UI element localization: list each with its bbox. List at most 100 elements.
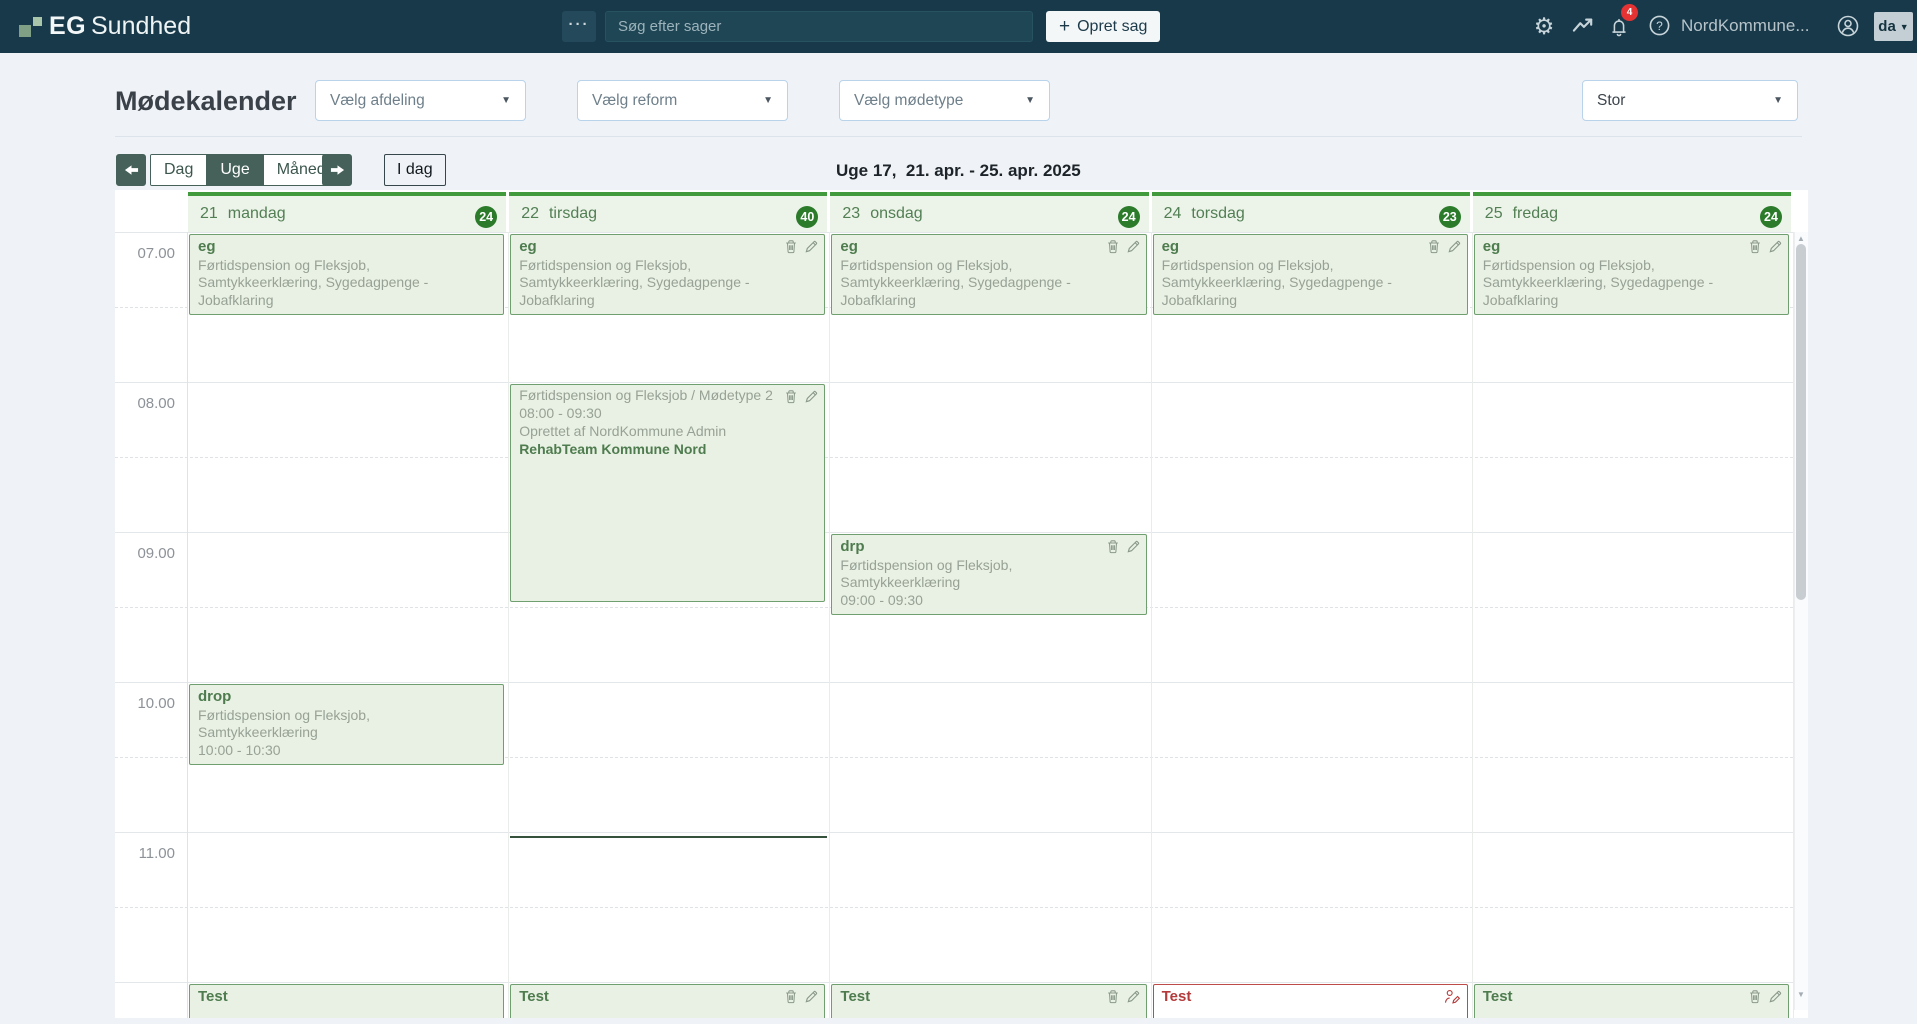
calendar-event[interactable]: Test xyxy=(831,984,1146,1018)
time-label: 07.00 xyxy=(115,245,175,262)
event-title: eg xyxy=(519,237,790,257)
trash-icon[interactable] xyxy=(1748,239,1762,259)
settings-gear-icon[interactable]: ⚙ xyxy=(1532,14,1556,38)
department-dropdown[interactable]: Vælg afdeling ▼ xyxy=(315,80,526,121)
calendar-event[interactable]: drpFørtidspension og Fleksjob, Samtykkee… xyxy=(831,534,1146,615)
calendar-event[interactable]: Test xyxy=(510,984,825,1018)
department-dropdown-value: Vælg afdeling xyxy=(330,92,425,110)
view-day-button[interactable]: Dag xyxy=(151,155,207,185)
search-input[interactable] xyxy=(605,11,1033,42)
trash-icon[interactable] xyxy=(784,989,798,1009)
pencil-icon[interactable] xyxy=(1768,989,1783,1009)
reform-dropdown-value: Vælg reform xyxy=(592,92,677,110)
reform-dropdown[interactable]: Vælg reform ▼ xyxy=(577,80,788,121)
event-title: drop xyxy=(198,687,469,707)
today-button[interactable]: I dag xyxy=(384,154,446,186)
trash-icon[interactable] xyxy=(1106,539,1120,559)
event-description: Førtidspension og Fleksjob, Samtykkeerkl… xyxy=(1483,257,1754,311)
day-name: mandag xyxy=(228,205,286,223)
calendar-event[interactable]: Test xyxy=(1474,984,1789,1018)
day-header-mandag: 21mandag24 xyxy=(188,192,506,232)
event-description: Førtidspension og Fleksjob, Samtykkeerkl… xyxy=(519,257,790,311)
chevron-down-icon: ▼ xyxy=(1025,95,1035,106)
week-calendar: 21mandag2422tirsdag4023onsdag2424torsdag… xyxy=(115,190,1808,1018)
calendar-scrollbar-thumb[interactable] xyxy=(1796,244,1806,600)
day-number: 23 xyxy=(842,205,860,223)
top-navbar: EG Sundhed ··· + Opret sag ⚙ 4 ? NordKom… xyxy=(0,0,1917,53)
event-title: eg xyxy=(1162,237,1433,257)
day-number: 22 xyxy=(521,205,539,223)
time-label: 11.00 xyxy=(115,845,175,862)
trash-icon[interactable] xyxy=(784,389,798,409)
scrollbar-down-arrow[interactable]: ▼ xyxy=(1796,990,1806,999)
pencil-icon[interactable] xyxy=(1126,989,1141,1009)
day-column-border xyxy=(829,232,830,1018)
pencil-icon[interactable] xyxy=(804,989,819,1009)
calendar-event[interactable]: dropFørtidspension og Fleksjob, Samtykke… xyxy=(189,684,504,765)
more-options-button[interactable]: ··· xyxy=(562,11,596,42)
meeting-type-dropdown[interactable]: Vælg mødetype ▼ xyxy=(839,80,1050,121)
pencil-icon[interactable] xyxy=(1126,239,1141,259)
pencil-icon[interactable] xyxy=(1447,239,1462,259)
event-actions xyxy=(1443,989,1462,1009)
section-divider xyxy=(115,136,1802,137)
event-title: Test xyxy=(840,987,1111,1007)
trash-icon[interactable] xyxy=(1106,989,1120,1009)
event-title: Test xyxy=(1162,987,1433,1007)
next-week-button[interactable] xyxy=(322,154,352,186)
trash-icon[interactable] xyxy=(1106,239,1120,259)
day-name: onsdag xyxy=(870,205,923,223)
language-value: da xyxy=(1878,18,1896,35)
day-name: torsdag xyxy=(1191,205,1244,223)
page-title: Mødekalender xyxy=(115,86,297,117)
pencil-icon[interactable] xyxy=(804,239,819,259)
event-title: Test xyxy=(198,987,469,1007)
calendar-event[interactable]: egFørtidspension og Fleksjob, Samtykkeer… xyxy=(189,234,504,315)
size-dropdown[interactable]: Stor ▼ xyxy=(1582,80,1798,121)
activity-trend-icon[interactable] xyxy=(1572,16,1596,40)
event-detail-line: Førtidspension og Fleksjob / Mødetype 2 xyxy=(519,387,790,405)
create-case-label: Opret sag xyxy=(1077,18,1147,36)
day-name: tirsdag xyxy=(549,205,597,223)
day-number: 24 xyxy=(1164,205,1182,223)
calendar-event[interactable]: Test xyxy=(1153,984,1468,1018)
day-header-onsdag: 23 onsdag 24 xyxy=(830,192,1148,232)
trash-icon[interactable] xyxy=(784,239,798,259)
calendar-event[interactable]: egFørtidspension og Fleksjob, Samtykkeer… xyxy=(1474,234,1789,315)
day-column-border xyxy=(508,232,509,1018)
language-selector[interactable]: da ▼ xyxy=(1874,12,1913,41)
event-actions xyxy=(784,989,819,1009)
event-title: Test xyxy=(519,987,790,1007)
scrollbar-up-arrow[interactable]: ▲ xyxy=(1796,234,1806,243)
chevron-down-icon: ▼ xyxy=(763,95,773,106)
day-count-badge: 24 xyxy=(1118,206,1140,228)
pencil-icon[interactable] xyxy=(1768,239,1783,259)
half-hour-gridline xyxy=(115,907,1793,908)
calendar-event[interactable]: egFørtidspension og Fleksjob, Samtykkeer… xyxy=(831,234,1146,315)
view-week-button[interactable]: Uge xyxy=(207,155,263,185)
meeting-type-dropdown-value: Vælg mødetype xyxy=(854,92,963,110)
brand-name: Sundhed xyxy=(91,12,191,41)
pencil-icon[interactable] xyxy=(804,389,819,409)
calendar-event[interactable]: egFørtidspension og Fleksjob, Samtykkeer… xyxy=(510,234,825,315)
event-actions xyxy=(1106,539,1141,559)
day-number: 21 xyxy=(200,205,218,223)
event-actions xyxy=(1427,239,1462,259)
event-title: eg xyxy=(840,237,1111,257)
event-title: drp xyxy=(840,537,1111,557)
pencil-icon[interactable] xyxy=(1126,539,1141,559)
calendar-event[interactable]: egFørtidspension og Fleksjob, Samtykkeer… xyxy=(1153,234,1468,315)
help-icon[interactable]: ? xyxy=(1648,14,1672,38)
previous-week-button[interactable] xyxy=(116,154,146,186)
hour-gridline xyxy=(115,382,1793,383)
user-account-icon[interactable] xyxy=(1836,14,1860,38)
person-edit-icon[interactable] xyxy=(1443,989,1462,1009)
trash-icon[interactable] xyxy=(1427,239,1441,259)
day-number: 25 xyxy=(1485,205,1503,223)
calendar-event[interactable]: Førtidspension og Fleksjob / Mødetype 20… xyxy=(510,384,825,602)
calendar-event[interactable]: Test xyxy=(189,984,504,1018)
trash-icon[interactable] xyxy=(1748,989,1762,1009)
hour-gridline xyxy=(115,832,1793,833)
event-time: 09:00 - 09:30 xyxy=(840,592,1111,610)
create-case-button[interactable]: + Opret sag xyxy=(1046,11,1160,42)
